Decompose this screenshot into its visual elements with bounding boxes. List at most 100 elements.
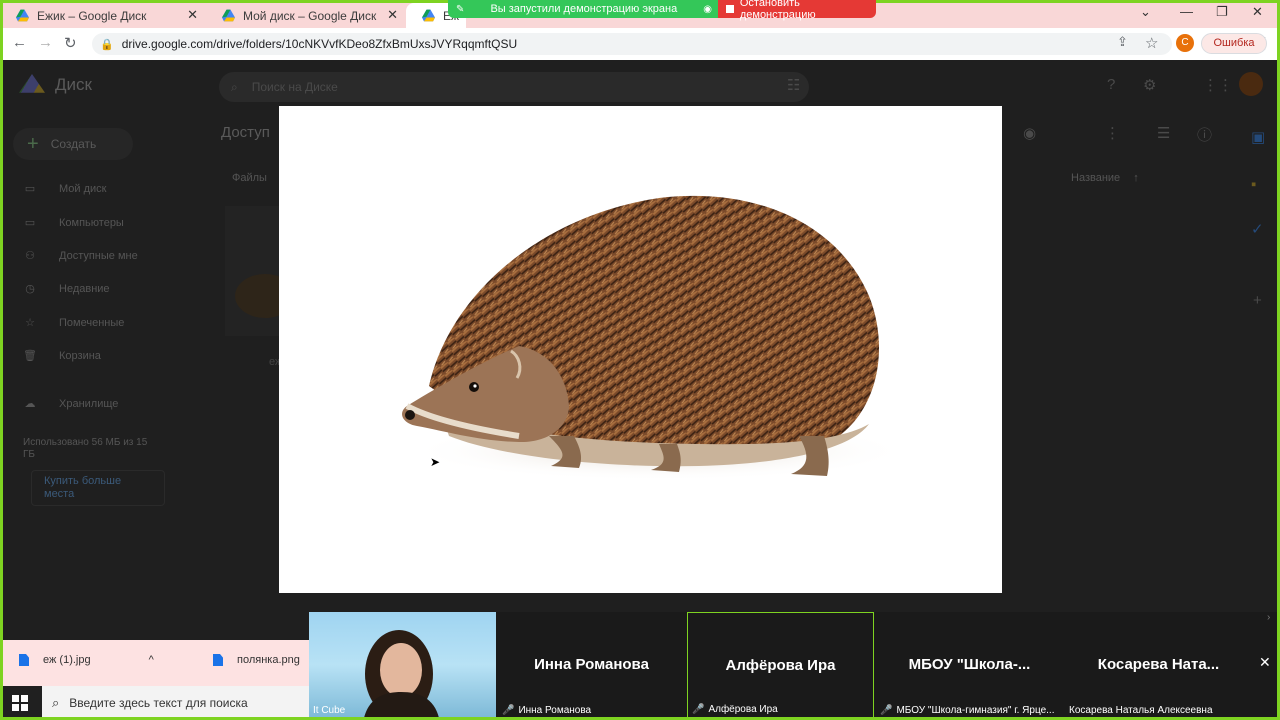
mic-muted-icon: 🎤 [502, 705, 515, 716]
tab-title: Ежик – Google Диск [37, 8, 147, 23]
drive-search-input[interactable]: ⌕ Поиск на Диске [219, 72, 809, 102]
participant-tile[interactable]: Инна Романова 🎤 Инна Романова [498, 612, 685, 718]
search-icon[interactable]: ⌕ [231, 80, 238, 95]
back-icon[interactable]: ← [12, 34, 27, 51]
chevron-right-icon[interactable]: › [1267, 612, 1270, 623]
people-icon: ⚇ [25, 250, 35, 262]
windows-start-icon[interactable] [12, 695, 28, 711]
sidebar-item-recent[interactable]: ◷ Недавние [21, 282, 109, 296]
google-drive-icon [16, 9, 29, 22]
taskbar-search-input[interactable]: ⌕ Введите здесь текст для поиска [42, 686, 309, 720]
reload-icon[interactable]: ↻ [64, 34, 77, 52]
apps-grid-icon[interactable]: ⋮⋮ [1203, 76, 1233, 94]
stop-share-label: Остановить демонстрацию [739, 0, 816, 21]
arrow-up-icon: ↑ [1133, 172, 1139, 184]
google-drive-icon [19, 74, 45, 93]
create-button[interactable]: + Создать [13, 128, 133, 160]
clock-icon: ◷ [25, 283, 35, 295]
share-status: ✎ Вы запустили демонстрацию экрана ◉ [448, 0, 718, 18]
sort-by-name-button[interactable]: Название ↑ [1071, 172, 1139, 184]
file-icon [213, 654, 223, 666]
restore-icon[interactable]: ❐ [1216, 4, 1228, 20]
participant-tile-video[interactable]: It Cube [309, 612, 496, 718]
page-title: Доступ [221, 124, 270, 141]
bookmark-star-icon[interactable]: ☆ [1145, 34, 1158, 52]
sidebar-item-storage[interactable]: ☁ Хранилище [21, 397, 119, 411]
search-placeholder: Поиск на Диске [251, 80, 338, 94]
participant-name: 🎤 МБОУ "Школа-гимназия" г. Ярце... [880, 705, 1054, 716]
participant-name: 🎤 Инна Романова [502, 705, 591, 716]
eye-icon[interactable]: ◉ [1023, 124, 1036, 142]
download-name: полянка.png [237, 654, 300, 666]
taskbar-search-placeholder: Введите здесь текст для поиска [69, 696, 248, 710]
sidebar-item-computers[interactable]: ▭ Компьютеры [21, 216, 124, 230]
tab-ezhik-drive[interactable]: Ежик – Google Диск ✕ [0, 3, 206, 28]
hedgehog-illustration [402, 195, 909, 481]
close-icon[interactable]: ✕ [187, 7, 198, 23]
sidebar-item-trash[interactable]: 🗑 Корзина [21, 349, 101, 363]
drive-icon: ▭ [24, 183, 36, 195]
participant-name-label: Косарева Наталья Алексеевна [1069, 705, 1213, 716]
drive-logo[interactable]: Диск [19, 74, 92, 96]
sidebar-item-label: Корзина [59, 349, 101, 362]
pencil-icon[interactable]: ✎ [456, 4, 464, 15]
files-section-label: Файлы [232, 172, 267, 184]
tab-my-drive[interactable]: Мой диск – Google Диск ✕ [206, 3, 406, 28]
lock-icon[interactable]: 🔒 [100, 38, 114, 51]
share-page-icon[interactable]: ⇪ [1117, 34, 1128, 50]
participant-strip: It Cube Инна Романова 🎤 Инна Романова Ал… [309, 612, 1280, 720]
hedgehog-thumbnail-icon [235, 274, 295, 364]
mic-muted-icon: 🎤 [692, 704, 705, 715]
sidebar-item-starred[interactable]: ☆ Помеченные [21, 316, 125, 330]
calendar-icon[interactable]: ▣ [1251, 128, 1265, 146]
participant-tile[interactable]: Косарева Ната... Косарева Наталья Алексе… [1065, 612, 1252, 718]
keep-icon[interactable]: ▪ [1251, 176, 1256, 193]
share-message: Вы запустили демонстрацию экрана [490, 3, 678, 15]
sort-label: Название [1071, 172, 1121, 184]
chevron-down-icon[interactable]: ⌄ [1140, 4, 1151, 20]
sidebar-item-my-drive[interactable]: ▭ Мой диск [21, 182, 107, 196]
window-close-icon[interactable]: ✕ [1252, 4, 1263, 20]
participant-name: 🎤 Алфёрова Ира [692, 704, 778, 715]
minimize-icon[interactable]: — [1180, 4, 1193, 19]
sidebar-item-label: Помеченные [59, 316, 125, 329]
download-name: еж (1).jpg [43, 654, 91, 666]
tasks-icon[interactable]: ✓ [1251, 220, 1264, 238]
profile-avatar[interactable]: С [1176, 34, 1194, 52]
cloud-icon: ☁ [24, 398, 36, 410]
download-item[interactable]: еж (1).jpg ^ [19, 654, 154, 666]
participant-tile[interactable]: МБОУ "Школа-... 🎤 МБОУ "Школа-гимназия" … [876, 612, 1063, 718]
sidebar-item-label: Хранилище [59, 397, 119, 410]
help-icon[interactable]: ? [1107, 76, 1115, 93]
url-field[interactable]: 🔒 drive.google.com/drive/folders/10cNKVv… [92, 33, 1172, 55]
participant-tile-active-speaker[interactable]: Алфёрова Ира 🎤 Алфёрова Ира [687, 612, 874, 718]
info-icon[interactable]: ⓘ [1197, 124, 1212, 145]
list-view-icon[interactable]: ☰ [1157, 124, 1170, 142]
forward-icon[interactable]: → [38, 34, 53, 51]
participant-display-name: МБОУ "Школа-... [908, 656, 1031, 673]
search-icon: ⌕ [52, 695, 60, 710]
more-vert-icon[interactable]: ⋮ [1105, 124, 1120, 142]
trash-icon: 🗑 [23, 350, 37, 362]
participant-name-label: Инна Романова [518, 705, 592, 716]
avatar[interactable] [1239, 72, 1263, 96]
participant-display-name: Инна Романова [534, 656, 649, 673]
stop-share-button[interactable]: Остановить демонстрацию [718, 0, 876, 21]
download-item[interactable]: полянка.png [213, 654, 300, 666]
mouse-cursor-icon: ➤ [430, 455, 441, 469]
close-icon[interactable]: ✕ [387, 7, 398, 23]
filter-icon[interactable]: ☷ [787, 76, 800, 94]
file-icon [19, 654, 29, 666]
error-button[interactable]: Ошибка [1201, 33, 1267, 54]
buy-storage-button[interactable]: Купить больше места [31, 470, 165, 506]
participant-video [309, 612, 496, 718]
file-thumbnail[interactable]: еж [225, 206, 295, 368]
gear-icon[interactable]: ⚙ [1143, 76, 1156, 94]
sidebar-item-label: Компьютеры [59, 216, 124, 229]
chevron-up-icon[interactable]: ^ [149, 654, 154, 666]
add-icon[interactable]: + [1253, 292, 1262, 309]
sidebar-item-shared[interactable]: ⚇ Доступные мне [21, 249, 138, 263]
webcam-person-icon [364, 630, 439, 718]
close-strip-icon[interactable]: ✕ [1259, 654, 1271, 671]
address-bar: ← → ↻ 🔒 drive.google.com/drive/folders/1… [0, 28, 1280, 60]
